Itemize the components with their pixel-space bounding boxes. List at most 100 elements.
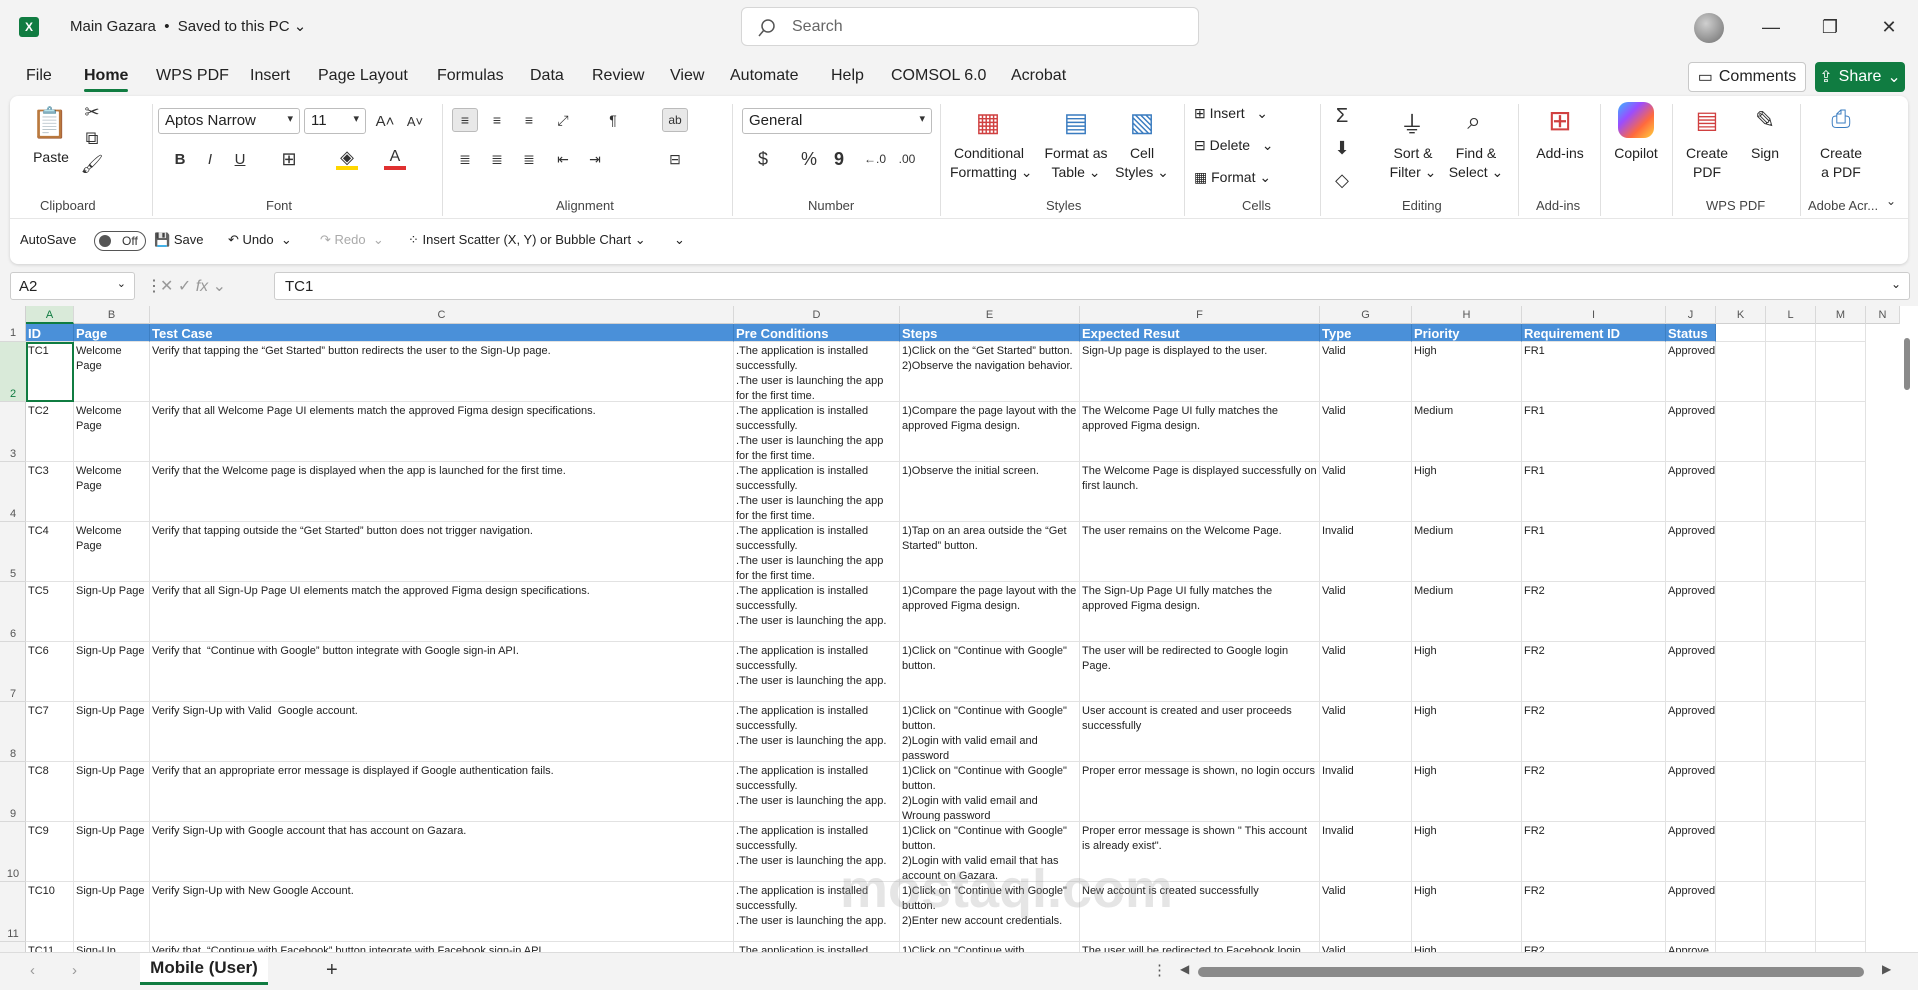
table-cell-status[interactable]: Approved xyxy=(1666,402,1716,462)
table-cell-steps[interactable]: 1)Click on "Continue with xyxy=(900,942,1080,952)
table-cell-pri[interactable]: High xyxy=(1412,342,1522,402)
next-sheet-icon[interactable]: › xyxy=(72,962,77,979)
table-cell-exp[interactable]: The user will be redirected to Google lo… xyxy=(1080,642,1320,702)
empty-cell[interactable] xyxy=(1816,882,1866,942)
menu-home[interactable]: Home xyxy=(84,67,129,92)
empty-cell[interactable] xyxy=(1816,462,1866,522)
table-cell-page[interactable]: Sign-Up xyxy=(74,942,150,952)
collapse-ribbon-icon[interactable]: ⌄ xyxy=(1882,192,1900,210)
table-cell-page[interactable]: Sign-Up Page xyxy=(74,762,150,822)
copy-icon[interactable]: ⧉ xyxy=(82,128,102,148)
menu-review[interactable]: Review xyxy=(592,67,644,85)
worksheet-grid[interactable]: ABCDEFGHIJKLMN 123456789101112 IDPageTes… xyxy=(0,306,1918,952)
table-cell-id[interactable]: TC1 xyxy=(26,342,74,402)
table-cell-tc[interactable]: Verify Sign-Up with Google account that … xyxy=(150,822,734,882)
row-header[interactable]: 10 xyxy=(0,822,26,882)
menu-comsol[interactable]: COMSOL 6.0 xyxy=(891,67,986,85)
empty-cell[interactable] xyxy=(1716,462,1766,522)
table-cell-pri[interactable]: High xyxy=(1412,462,1522,522)
table-cell-status[interactable]: Approved xyxy=(1666,882,1716,942)
bold-button[interactable]: B xyxy=(170,148,190,170)
table-cell-tc[interactable]: Verify that an appropriate error message… xyxy=(150,762,734,822)
table-cell-exp[interactable]: The Welcome Page UI fully matches the ap… xyxy=(1080,402,1320,462)
cell-styles-button[interactable]: Cell Styles ⌄ xyxy=(1114,144,1170,182)
row-header[interactable]: 5 xyxy=(0,522,26,582)
header-cell[interactable]: Pre Conditions xyxy=(734,324,900,342)
header-cell[interactable]: Page xyxy=(74,324,150,342)
save-button[interactable]: 💾 Save xyxy=(154,232,203,248)
menu-insert[interactable]: Insert xyxy=(250,67,290,85)
table-cell-pre[interactable]: .The application is installed successful… xyxy=(734,702,900,762)
column-header[interactable]: H xyxy=(1412,306,1522,324)
close-icon[interactable]: ✕ xyxy=(1874,14,1904,40)
table-cell-id[interactable]: TC4 xyxy=(26,522,74,582)
table-cell-req[interactable]: FR2 xyxy=(1522,942,1666,952)
row-header[interactable]: 3 xyxy=(0,402,26,462)
empty-cell[interactable] xyxy=(1766,324,1816,342)
align-top-icon[interactable]: ≡ xyxy=(452,108,478,132)
table-cell-page[interactable]: Welcome Page xyxy=(74,462,150,522)
empty-cell[interactable] xyxy=(1766,342,1816,402)
document-title[interactable]: Main Gazara • Saved to this PC ⌄ xyxy=(70,17,306,35)
wrap-text-icon[interactable]: ab xyxy=(662,108,688,132)
table-cell-pri[interactable]: High xyxy=(1412,642,1522,702)
table-cell-status[interactable]: Approved xyxy=(1666,522,1716,582)
table-cell-id[interactable]: TC3 xyxy=(26,462,74,522)
decrease-indent-icon[interactable]: ⇤ xyxy=(550,148,576,170)
sign-icon[interactable]: ✎ xyxy=(1748,102,1782,138)
text-direction-icon[interactable]: ¶ xyxy=(600,108,626,132)
horizontal-scrollbar-thumb[interactable] xyxy=(1198,967,1864,977)
format-painter-icon[interactable]: 🖌 xyxy=(81,154,104,174)
formula-input[interactable]: TC1 ⌄ xyxy=(274,272,1910,300)
column-header[interactable]: A xyxy=(26,306,74,324)
menu-view[interactable]: View xyxy=(670,67,704,85)
table-cell-id[interactable]: TC11 xyxy=(26,942,74,952)
table-cell-exp[interactable]: The Sign-Up Page UI fully matches the ap… xyxy=(1080,582,1320,642)
header-cell[interactable]: Test Case xyxy=(150,324,734,342)
add-ins-icon[interactable]: ⊞ xyxy=(1542,102,1578,138)
table-cell-tc[interactable]: Verify that “Continue with Facebook” but… xyxy=(150,942,734,952)
menu-help[interactable]: Help xyxy=(831,67,864,85)
table-cell-type[interactable]: Invalid xyxy=(1320,522,1412,582)
table-cell-status[interactable]: Approved xyxy=(1666,762,1716,822)
empty-cell[interactable] xyxy=(1816,702,1866,762)
underline-button[interactable]: U xyxy=(230,148,250,170)
table-cell-tc[interactable]: Verify that all Sign-Up Page UI elements… xyxy=(150,582,734,642)
comma-style-button[interactable]: 9 xyxy=(828,148,850,170)
table-cell-exp[interactable]: Proper error message is shown " This acc… xyxy=(1080,822,1320,882)
table-cell-status[interactable]: Approve xyxy=(1666,942,1716,952)
header-cell[interactable]: Expected Resut xyxy=(1080,324,1320,342)
more-options-icon[interactable]: ⋮ xyxy=(1152,961,1167,979)
redo-button[interactable]: ↷ Redo ⌄ xyxy=(320,232,384,248)
column-header[interactable]: J xyxy=(1666,306,1716,324)
table-cell-tc[interactable]: Verify that the Welcome page is displaye… xyxy=(150,462,734,522)
empty-cell[interactable] xyxy=(1816,942,1866,952)
table-cell-steps[interactable]: 1)Compare the page layout with the appro… xyxy=(900,402,1080,462)
table-cell-exp[interactable]: Proper error message is shown, no login … xyxy=(1080,762,1320,822)
enter-icon[interactable]: ✓ xyxy=(178,278,191,295)
copilot-button[interactable]: Copilot xyxy=(1608,144,1664,163)
empty-cell[interactable] xyxy=(1816,642,1866,702)
table-cell-exp[interactable]: User account is created and user proceed… xyxy=(1080,702,1320,762)
row-header[interactable]: 11 xyxy=(0,882,26,942)
minimize-icon[interactable]: — xyxy=(1756,14,1786,40)
table-cell-id[interactable]: TC6 xyxy=(26,642,74,702)
table-cell-pri[interactable]: High xyxy=(1412,822,1522,882)
sort-filter-button[interactable]: Sort & Filter ⌄ xyxy=(1380,144,1446,182)
column-header[interactable]: G xyxy=(1320,306,1412,324)
table-cell-id[interactable]: TC9 xyxy=(26,822,74,882)
table-cell-status[interactable]: Approved xyxy=(1666,642,1716,702)
menu-acrobat[interactable]: Acrobat xyxy=(1011,67,1066,85)
table-cell-page[interactable]: Sign-Up Page xyxy=(74,582,150,642)
table-cell-type[interactable]: Valid xyxy=(1320,402,1412,462)
empty-cell[interactable] xyxy=(1716,582,1766,642)
table-cell-exp[interactable]: Sign-Up page is displayed to the user. xyxy=(1080,342,1320,402)
empty-cell[interactable] xyxy=(1766,942,1816,952)
table-cell-pri[interactable]: Medium xyxy=(1412,402,1522,462)
table-cell-req[interactable]: FR1 xyxy=(1522,522,1666,582)
table-cell-steps[interactable]: 1)Click on "Continue with Google" button… xyxy=(900,642,1080,702)
cancel-icon[interactable]: ✕ xyxy=(160,278,173,295)
scroll-left-icon[interactable]: ◀ xyxy=(1180,962,1189,976)
increase-font-icon[interactable]: A˄ xyxy=(374,110,396,132)
table-cell-pri[interactable]: High xyxy=(1412,882,1522,942)
